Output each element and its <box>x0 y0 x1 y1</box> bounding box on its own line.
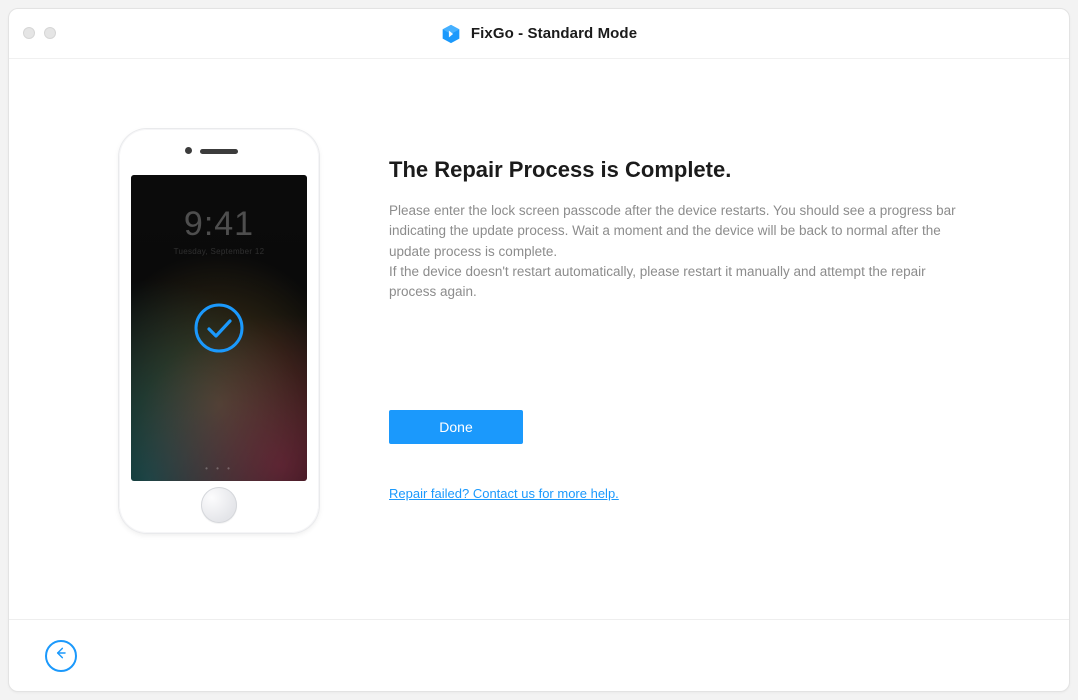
phone-camera-dot <box>185 147 192 154</box>
window-title: FixGo - Standard Mode <box>471 25 637 42</box>
description-paragraph-1: Please enter the lock screen passcode af… <box>389 203 956 259</box>
device-illustration: 9:41 Tuesday, September 12 • • • <box>119 129 319 533</box>
back-button[interactable] <box>45 640 77 672</box>
done-button[interactable]: Done <box>389 410 523 444</box>
close-window-button[interactable] <box>23 27 35 39</box>
lock-screen-date: Tuesday, September 12 <box>131 247 307 256</box>
phone-home-button <box>201 487 237 523</box>
app-logo-icon <box>441 24 461 44</box>
arrow-left-icon <box>53 645 69 666</box>
main-content: 9:41 Tuesday, September 12 • • • <box>9 59 1069 619</box>
title-bar: FixGo - Standard Mode <box>9 9 1069 59</box>
page-heading: The Repair Process is Complete. <box>389 157 1009 183</box>
description-paragraph-2: If the device doesn't restart automatica… <box>389 264 926 299</box>
footer-bar <box>9 619 1069 691</box>
app-window: FixGo - Standard Mode 9:41 Tuesday, Sept… <box>8 8 1070 692</box>
success-check-icon <box>193 302 245 354</box>
minimize-window-button[interactable] <box>44 27 56 39</box>
description-text: Please enter the lock screen passcode af… <box>389 201 959 302</box>
page-indicator-dots: • • • <box>131 464 307 473</box>
repair-failed-help-link[interactable]: Repair failed? Contact us for more help. <box>389 486 619 501</box>
window-controls <box>23 27 56 39</box>
phone-screen: 9:41 Tuesday, September 12 • • • <box>131 175 307 481</box>
lock-screen-time: 9:41 <box>131 205 307 244</box>
phone-speaker <box>200 149 238 154</box>
